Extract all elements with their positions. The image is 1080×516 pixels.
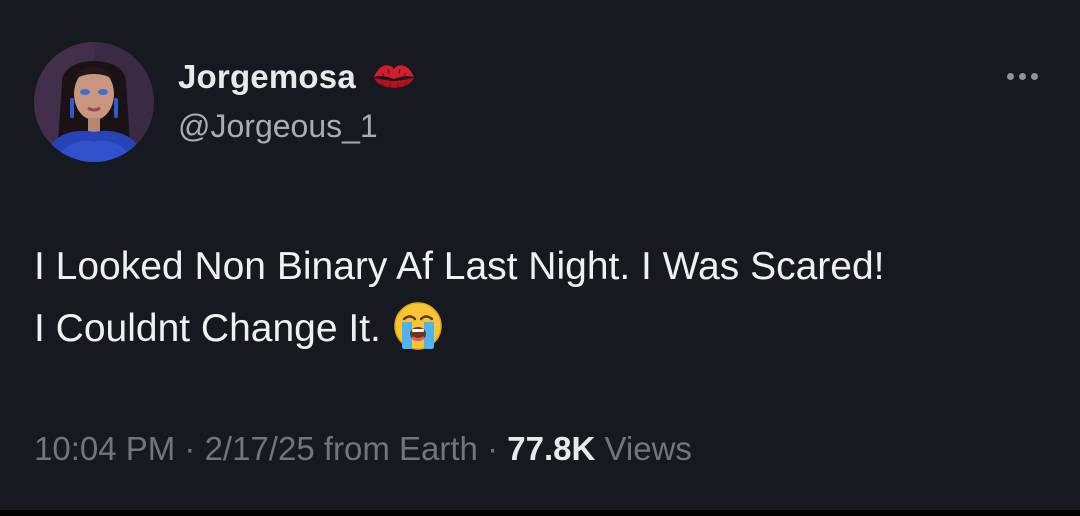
kiss-mark-icon: [370, 57, 418, 97]
meta-separator: ·: [477, 430, 508, 467]
more-options-button[interactable]: [996, 64, 1048, 88]
tweet-text-line-2-content: I Couldnt Change It.: [34, 307, 381, 350]
author-handle[interactable]: @Jorgeous_1: [178, 108, 378, 145]
bottom-divider: [0, 510, 1080, 516]
author-name-row[interactable]: Jorgemosa: [178, 54, 418, 100]
author-display-name[interactable]: Jorgemosa: [178, 58, 356, 96]
views-count[interactable]: 77.8K: [507, 430, 595, 467]
tweet-time[interactable]: 10:04 PM: [34, 430, 175, 467]
tweet-text-line-2: I Couldnt Change It.: [34, 298, 1054, 360]
avatar[interactable]: [34, 42, 154, 162]
tweet-source: from Earth: [314, 430, 478, 467]
tweet-text-line-1: I Looked Non Binary Af Last Night. I Was…: [34, 245, 885, 288]
meta-separator: ·: [175, 430, 205, 467]
views-label: Views: [595, 430, 692, 467]
more-dot: [1030, 72, 1038, 80]
tweet-meta: 10:04 PM · 2/17/25 from Earth · 77.8K Vi…: [34, 430, 692, 468]
more-horizontal-icon: [1006, 72, 1014, 80]
more-dot: [1018, 72, 1026, 80]
avatar-image: [34, 42, 154, 162]
tweet-text: I Looked Non Binary Af Last Night. I Was…: [34, 236, 1054, 360]
tweet-card: Jorgemosa @Jorgeous_1 I Looked Non Binar…: [0, 0, 1080, 510]
tweet-date[interactable]: 2/17/25: [205, 430, 315, 467]
loudly-crying-face-icon: [393, 301, 443, 351]
